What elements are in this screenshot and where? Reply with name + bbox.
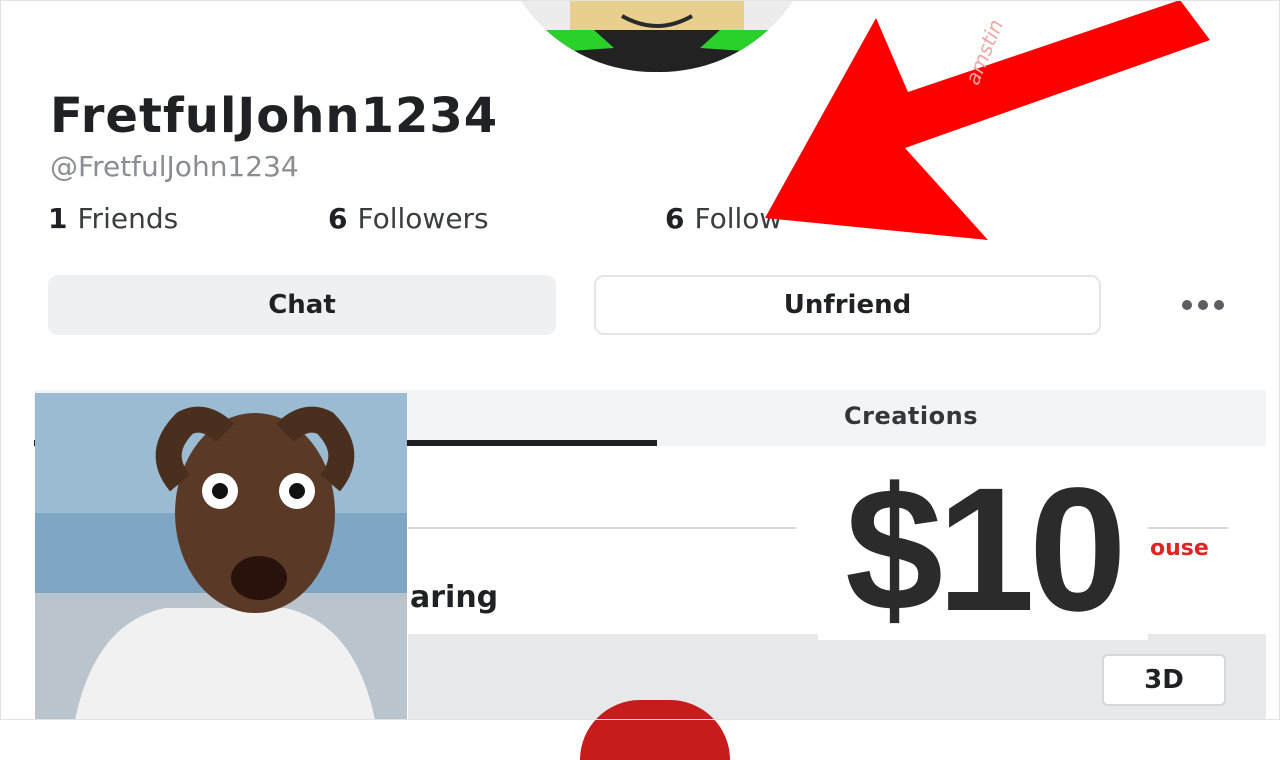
reaction-image [35, 393, 407, 720]
chat-button[interactable]: Chat [48, 275, 556, 335]
toggle-3d-button[interactable]: 3D [1102, 654, 1226, 706]
stat-followers[interactable]: 6 Followers [328, 202, 489, 235]
section-title: aring [410, 580, 499, 615]
tab-creations[interactable]: Creations [844, 402, 978, 430]
stat-count: 6 [665, 202, 685, 235]
username: @FretfulJohn1234 [50, 150, 299, 183]
stat-count: 1 [48, 202, 68, 235]
divider [408, 527, 796, 529]
stat-label: Friends [77, 202, 179, 235]
unfriend-button[interactable]: Unfriend [594, 275, 1101, 335]
price-overlay: $10 [818, 452, 1148, 648]
more-options-icon[interactable] [1170, 285, 1236, 325]
divider [1140, 527, 1228, 529]
stat-count: 6 [328, 202, 348, 235]
stat-label: Followers [357, 202, 489, 235]
display-name: FretfulJohn1234 [50, 88, 499, 144]
section-link[interactable]: ouse [1150, 536, 1209, 561]
stat-friends[interactable]: 1 Friends [48, 202, 178, 235]
red-arrow-overlay [765, 0, 1210, 240]
